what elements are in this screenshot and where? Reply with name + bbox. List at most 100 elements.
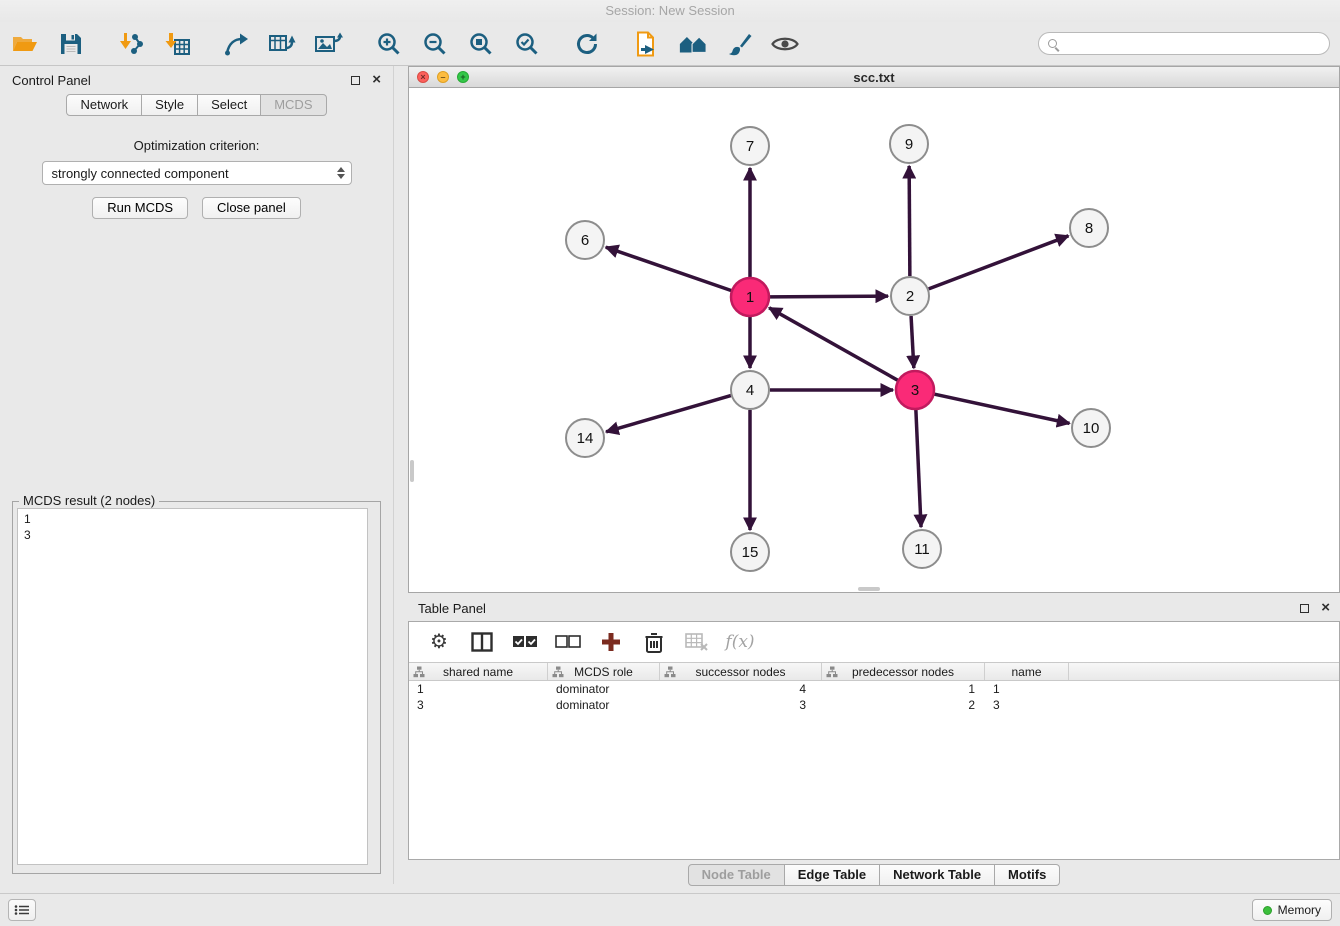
cell-name: 3 <box>985 698 1069 712</box>
delete-table-button[interactable] <box>684 629 710 655</box>
column-type-icon <box>826 666 838 681</box>
tab-node-table[interactable]: Node Table <box>688 864 785 886</box>
import-network-button[interactable] <box>116 29 146 59</box>
mcds-result-text[interactable]: 1 3 <box>17 508 368 865</box>
tab-style[interactable]: Style <box>142 94 198 116</box>
export-image-button[interactable] <box>314 29 344 59</box>
delete-column-button[interactable] <box>641 629 667 655</box>
tab-network[interactable]: Network <box>66 94 142 116</box>
maximize-window-icon[interactable]: + <box>457 71 469 83</box>
tab-motifs[interactable]: Motifs <box>995 864 1060 886</box>
eye-icon <box>771 34 799 54</box>
graph-node-3[interactable]: 3 <box>896 371 934 409</box>
table-settings-button[interactable]: ⚙ <box>426 629 452 655</box>
column-header-predecessor-nodes[interactable]: predecessor nodes <box>822 663 985 680</box>
tab-edge-table[interactable]: Edge Table <box>785 864 880 886</box>
graph-node-9[interactable]: 9 <box>890 125 928 163</box>
criterion-dropdown[interactable]: strongly connected component <box>42 161 352 185</box>
apply-style-button[interactable] <box>724 29 754 59</box>
add-column-button[interactable] <box>598 629 624 655</box>
toolbar-group-import <box>116 29 192 59</box>
graph-node-1[interactable]: 1 <box>731 278 769 316</box>
toggle-visibility-button[interactable] <box>770 29 800 59</box>
graph-node-15[interactable]: 15 <box>731 533 769 571</box>
table-row[interactable]: 3 dominator 3 2 3 <box>409 697 1339 713</box>
minimize-window-icon[interactable]: – <box>437 71 449 83</box>
graph-node-10[interactable]: 10 <box>1072 409 1110 447</box>
network-vertical-scrollbar[interactable] <box>410 460 414 482</box>
table-panel-body: ⚙ <box>408 621 1340 860</box>
column-header-shared-name[interactable]: shared name <box>409 663 548 680</box>
delete-table-icon <box>685 632 709 652</box>
fit-network-button[interactable] <box>678 29 708 59</box>
cell-mcds-role: dominator <box>548 682 660 696</box>
refresh-view-button[interactable] <box>572 29 602 59</box>
paintbrush-icon <box>726 31 752 57</box>
cell-predecessor-nodes: 1 <box>822 682 985 696</box>
column-type-icon <box>664 666 676 681</box>
clone-network-button[interactable] <box>222 29 252 59</box>
close-window-icon[interactable]: × <box>417 71 429 83</box>
graph-node-14[interactable]: 14 <box>566 419 604 457</box>
tab-mcds[interactable]: MCDS <box>261 94 326 116</box>
select-all-button[interactable] <box>512 629 538 655</box>
graph-node-11[interactable]: 11 <box>903 530 941 568</box>
magnifier-minus-icon <box>423 32 447 56</box>
copy-view-button[interactable] <box>632 29 662 59</box>
zoom-fit-button[interactable] <box>466 29 496 59</box>
network-window-titlebar[interactable]: scc.txt × – + <box>408 66 1340 88</box>
graph-edge-3-1[interactable] <box>769 308 897 380</box>
global-search-box[interactable] <box>1038 32 1330 55</box>
column-header-successor-nodes[interactable]: successor nodes <box>660 663 822 680</box>
zoom-out-button[interactable] <box>420 29 450 59</box>
graph-edge-1-6[interactable] <box>606 247 731 290</box>
graph-node-2[interactable]: 2 <box>891 277 929 315</box>
close-table-panel-icon[interactable]: × <box>1321 602 1330 614</box>
float-table-panel-icon[interactable] <box>1300 604 1309 613</box>
graph-edge-2-9[interactable] <box>909 166 910 276</box>
graph-edge-3-10[interactable] <box>935 394 1070 423</box>
graph-edge-2-3[interactable] <box>911 316 914 368</box>
table-row[interactable]: 1 dominator 4 1 1 <box>409 681 1339 697</box>
network-horizontal-scrollbar[interactable] <box>858 587 880 591</box>
control-panel-title: Control Panel <box>12 73 91 88</box>
graph-node-8[interactable]: 8 <box>1070 209 1108 247</box>
column-label: MCDS role <box>574 665 633 679</box>
column-header-mcds-role[interactable]: MCDS role <box>548 663 660 680</box>
zoom-selected-button[interactable] <box>512 29 542 59</box>
float-window-icon[interactable] <box>351 76 360 85</box>
graph-node-7[interactable]: 7 <box>731 127 769 165</box>
graph-edge-2-8[interactable] <box>929 236 1069 289</box>
export-table-button[interactable] <box>268 29 298 59</box>
graph-edge-3-11[interactable] <box>916 410 921 527</box>
save-session-button[interactable] <box>56 29 86 59</box>
import-table-button[interactable] <box>162 29 192 59</box>
table-panel: Table Panel × ⚙ <box>408 595 1340 888</box>
function-builder-button[interactable]: f(x) <box>727 629 753 655</box>
cell-predecessor-nodes: 2 <box>822 698 985 712</box>
open-file-button[interactable] <box>10 29 40 59</box>
graph-edge-1-2[interactable] <box>770 296 888 297</box>
folder-open-icon <box>12 33 38 55</box>
deselect-all-button[interactable] <box>555 629 581 655</box>
list-icon <box>14 904 30 916</box>
close-panel-icon[interactable]: × <box>372 74 381 86</box>
graph-node-4[interactable]: 4 <box>731 371 769 409</box>
zoom-in-button[interactable] <box>374 29 404 59</box>
graph-node-6[interactable]: 6 <box>566 221 604 259</box>
status-bar: Memory <box>0 893 1340 926</box>
close-panel-button[interactable]: Close panel <box>202 197 301 219</box>
graph-node-label: 8 <box>1085 220 1093 237</box>
column-header-name[interactable]: name <box>985 663 1069 680</box>
network-canvas[interactable]: 7 9 6 8 1 2 4 3 14 10 15 11 <box>409 88 1339 592</box>
graph-edge-4-14[interactable] <box>606 396 731 432</box>
task-history-button[interactable] <box>8 899 36 921</box>
graph-node-label: 6 <box>581 232 589 249</box>
unchecked-boxes-icon <box>555 633 581 651</box>
global-search-input[interactable] <box>1063 36 1320 52</box>
tab-select[interactable]: Select <box>198 94 261 116</box>
tab-network-table[interactable]: Network Table <box>880 864 995 886</box>
memory-button[interactable]: Memory <box>1252 899 1332 921</box>
show-columns-button[interactable] <box>469 629 495 655</box>
run-mcds-button[interactable]: Run MCDS <box>92 197 188 219</box>
